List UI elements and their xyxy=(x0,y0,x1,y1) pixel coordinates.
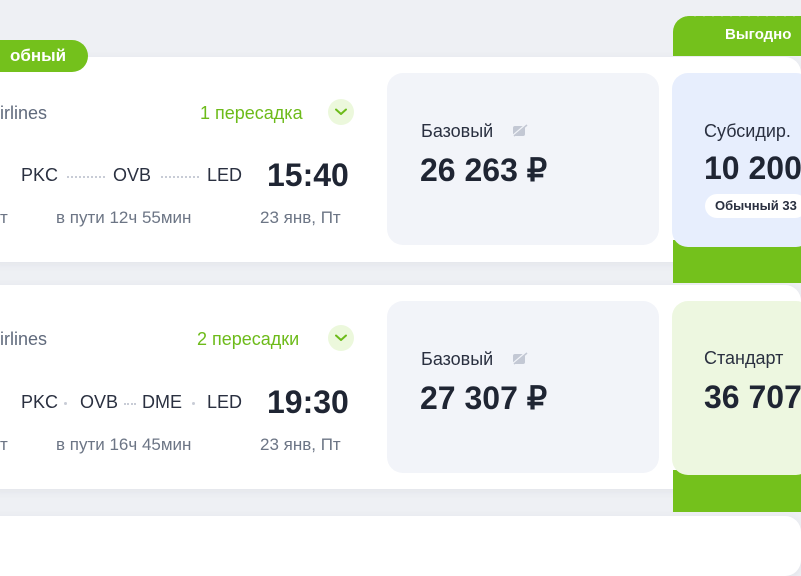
trip-duration: в пути 12ч 55мин xyxy=(56,208,192,227)
ticket-card[interactable] xyxy=(0,516,801,576)
arrival-date: 23 янв, Пт xyxy=(260,208,341,227)
route-airport: LED xyxy=(207,392,243,412)
fare-label: Базовый xyxy=(421,121,494,141)
fare-option-base[interactable]: Базовый 26 263 ₽ xyxy=(387,73,659,245)
route-connector xyxy=(64,402,67,405)
fare-price: 27 307 ₽ xyxy=(420,380,548,416)
route-airport: PKC xyxy=(21,165,59,185)
route: PKC OVB DME LED xyxy=(0,392,290,414)
transfers-label[interactable]: 2 пересадки xyxy=(197,329,299,350)
chevron-down-icon[interactable] xyxy=(328,99,354,125)
arrival-time: 19:30 xyxy=(267,384,349,420)
no-baggage-icon xyxy=(512,123,528,142)
no-baggage-icon xyxy=(512,351,528,370)
airline-name: irlines xyxy=(0,103,48,123)
route-airport: DME xyxy=(142,392,182,412)
route-connector xyxy=(192,402,195,405)
route-airport: PKC xyxy=(21,392,59,412)
route-connector xyxy=(161,176,199,178)
fare-option-subsidized[interactable]: Субсидир. 10 200 Обычный 33 xyxy=(672,73,801,247)
route-airport: OVB xyxy=(113,165,152,185)
fare-price: 10 200 xyxy=(704,150,801,186)
route-connector xyxy=(124,403,136,405)
route: PKC OVB LED xyxy=(0,165,290,187)
best-deal-label: Выгодно xyxy=(725,26,792,43)
fare-label: Базовый xyxy=(421,349,494,369)
ribbon-edge xyxy=(673,13,801,20)
fare-label: Стандарт xyxy=(704,348,784,368)
fare-option-base[interactable]: Базовый 27 307 ₽ xyxy=(387,301,659,473)
route-airport: LED xyxy=(207,165,243,185)
chevron-down-icon[interactable] xyxy=(328,325,354,351)
regular-price-pill: Обычный 33 xyxy=(705,194,801,218)
arrival-time: 15:40 xyxy=(267,157,349,193)
departure-date-fragment: т xyxy=(0,435,8,454)
recommended-badge: обный xyxy=(0,40,89,72)
trip-duration: в пути 16ч 45мин xyxy=(56,435,192,454)
airline-name: irlines xyxy=(0,329,48,349)
fare-label: Субсидир. xyxy=(704,121,791,141)
fare-option-standard[interactable]: Стандарт 36 707 xyxy=(672,301,801,475)
route-connector xyxy=(67,176,105,178)
departure-date-fragment: т xyxy=(0,208,8,227)
route-airport: OVB xyxy=(80,392,119,412)
fare-price: 26 263 ₽ xyxy=(420,152,548,188)
transfers-label[interactable]: 1 пересадка xyxy=(200,103,303,124)
fare-price: 36 707 xyxy=(704,379,801,415)
highlight-bar xyxy=(673,470,801,512)
arrival-date: 23 янв, Пт xyxy=(260,435,341,454)
